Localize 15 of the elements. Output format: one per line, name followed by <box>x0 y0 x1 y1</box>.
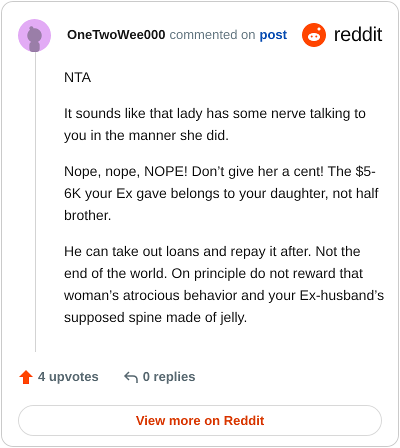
avatar-icon <box>18 18 51 52</box>
comment-paragraph: He can take out loans and repay it after. Not the end of the world. On principle do not reward that woman’s atrocious behavior and your Ex-husband’s supposed spine made of jelly. <box>64 242 386 327</box>
reddit-logo-icon <box>302 23 326 47</box>
reply-icon[interactable] <box>122 369 139 385</box>
comment-paragraph: NTA <box>64 68 92 87</box>
post-link[interactable]: post <box>260 25 287 45</box>
username[interactable]: OneTwoWee000 <box>67 25 166 45</box>
view-more-button[interactable]: View more on Reddit <box>18 405 382 436</box>
reply-count: 0 replies <box>142 368 196 386</box>
action-text: commented on <box>170 26 256 44</box>
brand-name: reddit <box>334 23 382 48</box>
comment-paragraph: It sounds like that lady has some nerve talking to you in the manner she did. <box>64 104 367 145</box>
upvote-icon[interactable] <box>18 369 34 385</box>
upvote-count: 4 upvotes <box>38 368 99 386</box>
comment-paragraph: Nope, nope, NOPE! Don’t give her a cent! The $5-6K your Ex gave belongs to your daughter, not half brother. <box>64 162 380 225</box>
